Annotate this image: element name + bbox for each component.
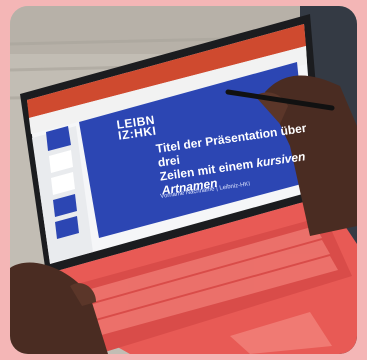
- slide-logo: LEIBN IZ:HKI: [116, 113, 157, 143]
- photo-card: LEIBN IZ:HKI Titel der Präsentation über…: [10, 6, 357, 354]
- photo-frame: LEIBN IZ:HKI Titel der Präsentation über…: [0, 0, 367, 360]
